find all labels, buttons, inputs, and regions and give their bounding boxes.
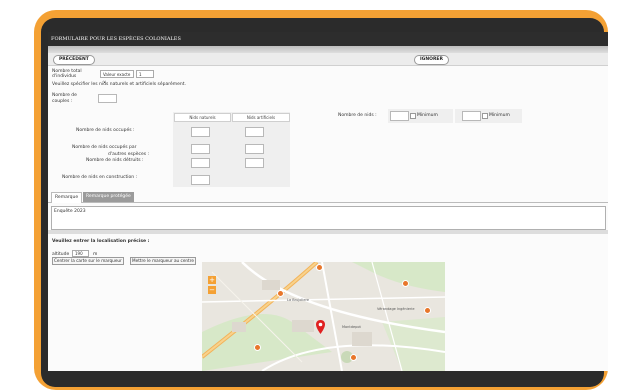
other-species-natural-input[interactable] bbox=[191, 144, 210, 154]
construction-natural-input[interactable] bbox=[191, 175, 210, 185]
remarks-textarea[interactable]: Enquête 2023 bbox=[51, 206, 606, 230]
destroyed-natural-input[interactable] bbox=[191, 158, 210, 168]
other-species-artificial-input[interactable] bbox=[245, 144, 264, 154]
row-occupied-nests: Nombre de nids occupés : bbox=[76, 128, 135, 133]
map-poi-icon bbox=[424, 307, 431, 314]
nests-natural-minimum-checkbox[interactable] bbox=[410, 113, 416, 119]
tab-protected-remark[interactable]: Remarque protégée bbox=[83, 192, 134, 202]
nests-artificial-input[interactable] bbox=[462, 111, 481, 121]
couples-label-line2: couples : bbox=[52, 99, 73, 104]
center-marker-button[interactable]: Mettre le marqueur au centre bbox=[130, 257, 196, 265]
map-label-brujoliere: La Brujoliere bbox=[287, 298, 309, 302]
tab-remark[interactable]: Remarque bbox=[51, 192, 83, 203]
map-poi-icon bbox=[350, 354, 357, 361]
map-label-montdepot: Montdepot bbox=[342, 325, 361, 329]
nav-bar: PRÉCÉDENT IGNORER bbox=[48, 53, 608, 66]
zoom-in-button[interactable]: + bbox=[208, 276, 216, 284]
nests-count-label: Nombre de nids : bbox=[338, 113, 377, 118]
header-band bbox=[48, 46, 608, 53]
couples-label-line1: Nombre de bbox=[52, 93, 77, 98]
occupied-natural-input[interactable] bbox=[191, 127, 210, 137]
nests-natural-minimum-label: Minimum bbox=[417, 113, 438, 118]
center-map-button[interactable]: Centrer la carte sur le marqueur bbox=[52, 257, 124, 265]
screen: FORMULAIRE POUR LES ESPÈCES COLONIALES P… bbox=[48, 32, 608, 371]
map-label-verandage: Vérandage Ingénierie bbox=[377, 307, 415, 311]
map-poi-icon bbox=[254, 344, 261, 351]
map-poi-icon bbox=[316, 264, 323, 271]
nests-artificial-minimum-label: Minimum bbox=[489, 113, 510, 118]
map-poi-icon bbox=[277, 290, 284, 297]
couples-input[interactable] bbox=[98, 94, 117, 103]
form-title: FORMULAIRE POUR LES ESPÈCES COLONIALES bbox=[48, 32, 608, 46]
location-map[interactable]: + − La Brujoliere Montdepot Vérandage In… bbox=[202, 262, 445, 371]
zoom-out-button[interactable]: − bbox=[208, 286, 216, 294]
location-marker-icon[interactable] bbox=[316, 320, 325, 334]
altitude-input[interactable]: 190 bbox=[72, 250, 89, 257]
occupied-artificial-input[interactable] bbox=[245, 127, 264, 137]
col-natural-nests: Nids naturels bbox=[174, 113, 231, 122]
row-other-species-line2: d'autres espèces : bbox=[108, 152, 150, 157]
row-construction-nests: Nombre de nids en construction : bbox=[62, 175, 138, 180]
map-tiles bbox=[202, 262, 445, 371]
row-destroyed-nests: Nombre de nids détruits : bbox=[86, 158, 144, 163]
col-artificial-nests: Nids artificiels bbox=[232, 113, 290, 122]
section-divider bbox=[48, 230, 608, 234]
total-label-line2: d'individus bbox=[52, 74, 77, 79]
total-individuals-input[interactable]: 1 bbox=[136, 70, 154, 78]
row-other-species-line1: Nombre de nids occupés par bbox=[72, 145, 137, 150]
ignore-button[interactable]: IGNORER bbox=[414, 55, 449, 65]
map-poi-icon bbox=[402, 280, 409, 287]
nests-instruction: Veuillez spécifier les nids naturels et … bbox=[52, 82, 186, 87]
location-heading: Veuillez entrer la localisation précise … bbox=[52, 239, 150, 244]
total-precision-select[interactable]: Valeur exacte ∨ bbox=[100, 70, 134, 84]
previous-button[interactable]: PRÉCÉDENT bbox=[53, 55, 95, 65]
remarks-tabs: Remarque Remarque protégée bbox=[48, 192, 608, 203]
nests-natural-input[interactable] bbox=[390, 111, 409, 121]
nests-artificial-minimum-checkbox[interactable] bbox=[482, 113, 488, 119]
destroyed-artificial-input[interactable] bbox=[245, 158, 264, 168]
